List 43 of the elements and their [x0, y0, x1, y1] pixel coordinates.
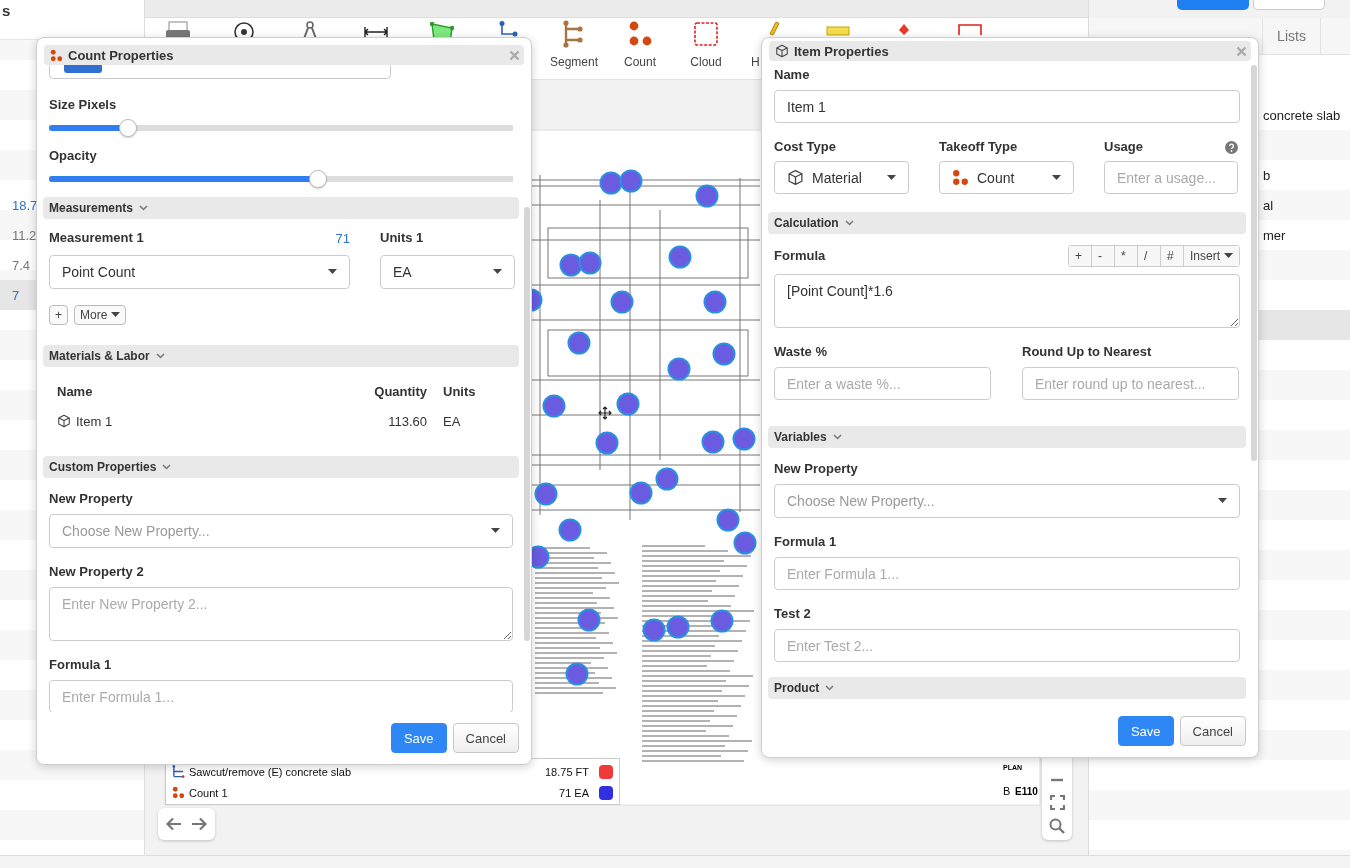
field-label: Test 2	[774, 605, 812, 623]
slider-label: Opacity	[49, 148, 97, 163]
table-cell-text: EA	[443, 413, 462, 429]
field-label: Takeoff Type	[939, 138, 1019, 156]
field-label: New Property	[49, 490, 134, 508]
section-title: Materials & Labor	[49, 348, 150, 365]
column-header: Units	[443, 383, 477, 401]
section-title: Custom Properties	[49, 459, 157, 476]
field-label: Formula	[774, 247, 826, 265]
table-cell: Item 1	[76, 413, 113, 429]
section-title: Variables	[774, 429, 827, 446]
section-title: Calculation	[774, 215, 839, 232]
field-label: Cost Type	[774, 138, 837, 156]
section-title: Product	[774, 680, 820, 697]
field-label: New Property	[774, 460, 859, 478]
field-label: Round Up to Nearest	[1022, 343, 1153, 361]
legend-quantity: 71 EA	[559, 786, 589, 799]
column-header: Quantity	[373, 383, 428, 401]
field-label: New Property 2	[49, 563, 145, 581]
field-label: Formula 1	[49, 656, 113, 674]
row-value: 7	[12, 287, 20, 303]
field-label: Formula 1	[774, 533, 838, 551]
dialog-title: Count Properties	[68, 47, 174, 63]
measurement-count: 71	[335, 230, 350, 246]
dialog-title: Item Properties	[794, 43, 889, 59]
row-text: concrete slab	[1263, 107, 1341, 123]
legend-label: Count 1	[189, 786, 228, 799]
legend-label: Sawcut/remove (E) concrete slab	[189, 765, 351, 778]
field-label: Name	[774, 66, 811, 84]
field-label: Waste %	[774, 343, 828, 361]
field-label: Usage	[1104, 138, 1144, 156]
sheet-revision: B	[1003, 785, 1011, 797]
section-title: Measurements	[49, 200, 134, 217]
field-label: Units 1	[380, 229, 425, 247]
slider-label: Size Pixels	[49, 97, 117, 112]
row-text: al	[1263, 197, 1274, 213]
row-text: mer	[1263, 227, 1286, 243]
table-cell-text: 113.60	[387, 413, 428, 429]
legend-quantity: 18.75 FT	[544, 765, 589, 778]
sheet-number: E110	[1015, 786, 1038, 797]
field-label: Measurement 1	[49, 229, 144, 247]
column-header: Name	[57, 383, 94, 401]
sidebar-title: s	[2, 2, 11, 19]
